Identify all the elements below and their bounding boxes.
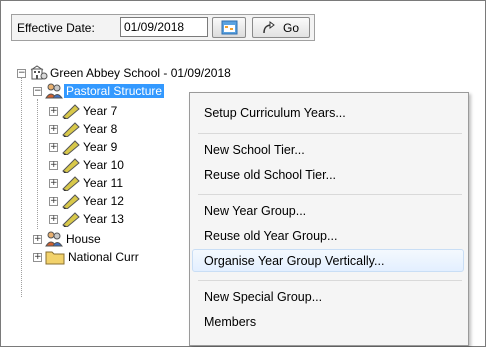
collapse-icon[interactable]: − [17,69,26,78]
tree-node-label: Year 7 [83,104,118,118]
expand-icon[interactable]: + [49,215,58,224]
menu-item-reuse-old-school-tier[interactable]: Reuse old School Tier... [204,168,336,182]
ruler-pencil-icon [62,212,80,227]
expand-icon[interactable]: + [49,179,58,188]
ruler-pencil-icon [62,194,80,209]
menu-separator [198,194,462,195]
ruler-pencil-icon [62,158,80,173]
context-menu: Setup Curriculum Years... New School Tie… [189,92,469,346]
tree-node-label: Year 10 [83,158,124,172]
tree-node-label: Year 11 [83,176,124,190]
tree-node-label: Year 13 [83,212,124,226]
effective-date-label: Effective Date: [17,21,95,35]
go-button-label: Go [283,21,300,35]
calendar-icon [221,20,238,35]
menu-separator [198,280,462,281]
menu-item-members[interactable]: Members [204,315,256,329]
expand-icon[interactable]: + [49,125,58,134]
menu-item-setup-curriculum-years[interactable]: Setup Curriculum Years... [204,106,346,120]
effective-date-input[interactable] [120,17,208,37]
calendar-button[interactable] [212,17,246,38]
ruler-pencil-icon [62,104,80,119]
tree-node-label: House [66,232,101,246]
expand-icon[interactable]: + [33,253,42,262]
menu-item-reuse-old-year-group[interactable]: Reuse old Year Group... [204,229,337,243]
tree-node-label: Green Abbey School - 01/09/2018 [50,66,231,80]
expand-icon[interactable]: + [49,143,58,152]
expand-icon[interactable]: + [49,197,58,206]
go-button[interactable]: Go [252,17,310,38]
expand-icon[interactable]: + [33,235,42,244]
tree-node-label: Pastoral Structure [64,84,165,98]
tree-node-label: Year 8 [83,122,118,136]
folder-icon [45,251,65,265]
tree-line [37,99,38,229]
expand-icon[interactable]: + [49,161,58,170]
expand-icon[interactable]: + [49,107,58,116]
people-icon [45,83,63,99]
collapse-icon[interactable]: − [33,87,42,96]
go-arrow-icon [263,21,275,34]
date-toolbar: Effective Date: Go [11,14,315,41]
ruler-pencil-icon [62,176,80,191]
window-frame: Effective Date: Go − [0,0,486,347]
ruler-pencil-icon [62,122,80,137]
tree-node-label: Year 9 [83,140,118,154]
menu-item-new-school-tier[interactable]: New School Tier... [204,143,305,157]
menu-item-new-special-group[interactable]: New Special Group... [204,290,322,304]
school-icon [30,65,48,80]
menu-item-new-year-group[interactable]: New Year Group... [204,204,306,218]
menu-item-organise-year-group-vertically[interactable]: Organise Year Group Vertically... [204,254,384,268]
tree-node-label: Year 12 [83,194,124,208]
menu-separator [198,133,462,134]
tree-node-label: National Curr [68,250,139,264]
ruler-pencil-icon [62,140,80,155]
people-icon [45,231,63,247]
tree-line [21,77,22,297]
